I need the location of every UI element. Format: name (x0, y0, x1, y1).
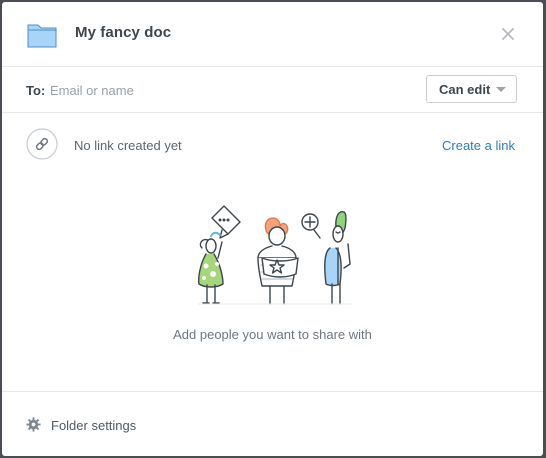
recipients-row: To: Can edit (2, 67, 543, 113)
recipients-input[interactable] (48, 77, 412, 103)
to-label: To: (26, 83, 46, 98)
link-icon (26, 128, 58, 160)
dialog-header: My fancy doc (2, 2, 543, 67)
folder-icon (27, 24, 57, 48)
link-status: No link created yet (74, 138, 182, 153)
people-sharing-illustration (198, 205, 352, 305)
permission-selected: Can edit (439, 82, 491, 97)
permission-dropdown[interactable]: Can edit (426, 75, 517, 103)
share-dialog: My fancy doc To: Can edit No link create… (2, 2, 543, 456)
empty-state-message: Add people you want to share with (173, 327, 372, 342)
create-link-button[interactable]: Create a link (442, 138, 515, 153)
chevron-down-icon (496, 87, 506, 92)
folder-settings-label: Folder settings (51, 418, 137, 433)
link-row: No link created yet Create a link (2, 113, 543, 175)
close-icon[interactable] (498, 24, 518, 44)
dialog-title: My fancy doc (75, 24, 172, 41)
dialog-footer: Folder settings (2, 391, 543, 456)
gear-icon (26, 417, 41, 432)
